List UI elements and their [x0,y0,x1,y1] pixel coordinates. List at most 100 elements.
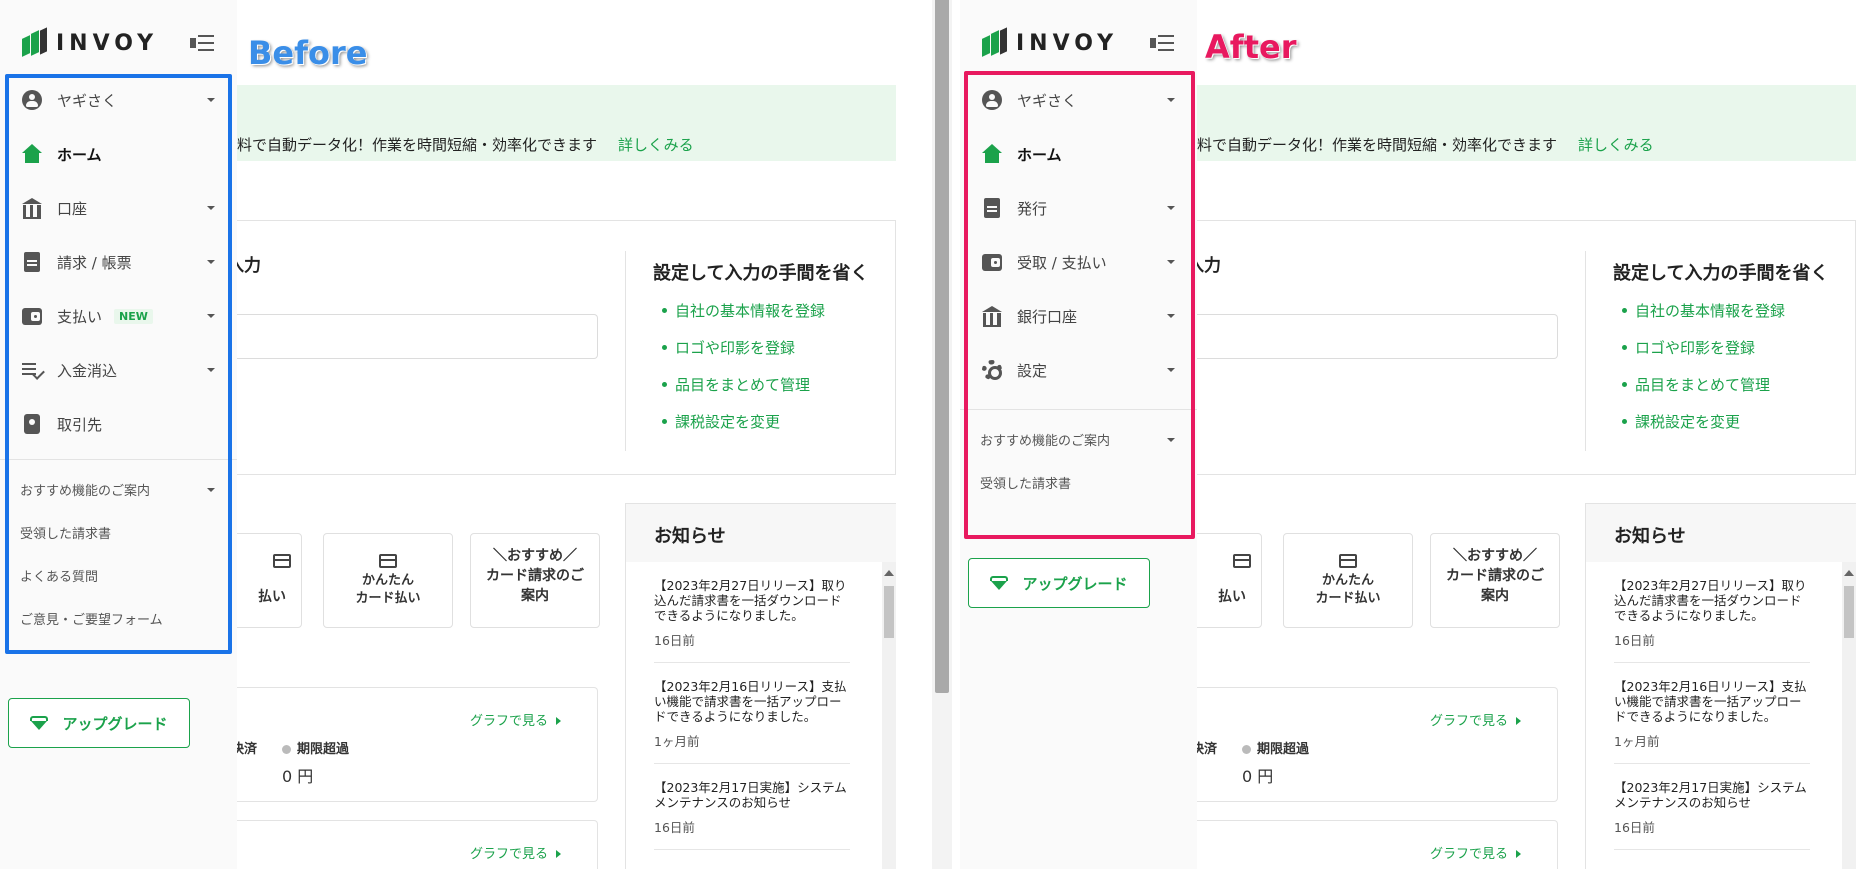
settings-links: 自社の基本情報を登録 ロゴや印影を登録 品目をまとめて管理 課税設定を変更 [1621,301,1785,449]
promo-banner: 料で自動データ化！作業を時間短縮・効率化できます 詳しくみる [237,85,896,161]
setup-card: 入力 設定して入力の手間を省く 自社の基本情報を登録 ロゴや印影を登録 品目をま… [227,220,896,475]
after-label: After [1205,28,1297,66]
upgrade-label: アップグレード [1022,574,1128,593]
settings-heading: 設定して入力の手間を省く [1613,263,1829,284]
main-content: 料で自動データ化！作業を時間短縮・効率化できます 詳しくみる 入力 設定して入力… [217,0,930,869]
news-text: 【2023年2月16日リリース】支払い機能で請求書を一括アップロードできるように… [1614,679,1807,724]
highlight-box [5,74,232,654]
news-text: 【2023年2月27日リリース】取り込んだ請求書を一括ダウンロードできるようにな… [654,578,847,623]
graph-link[interactable]: グラフで見る [470,843,561,862]
banner-text: 料で自動データ化！作業を時間短縮・効率化できます [237,136,598,154]
banner-link[interactable]: 詳しくみる [618,134,694,155]
credit-card-icon [1339,554,1357,568]
graph-link[interactable]: グラフで見る [1430,843,1521,862]
graph-link[interactable]: グラフで見る [1430,710,1521,729]
news-list: 【2023年2月27日リリース】取り込んだ請求書を一括ダウンロードできるようにな… [626,562,896,869]
card-billing-card[interactable]: ＼おすすめ／ カード請求のご 案内 [1430,533,1560,628]
news-text: 【2023年2月16日リリース】支払い機能で請求書を一括アップロードできるように… [654,679,847,724]
news-title: お知らせ [626,504,896,562]
scroll-thumb[interactable] [884,586,894,638]
scroll-up-icon[interactable] [1844,570,1854,576]
divider [625,251,626,451]
news-title: お知らせ [1586,504,1856,562]
sidebar: INVOY ヤギさく ホーム 発行 受取 / 支払い 銀行口座 設定 おすすめ機… [960,0,1197,869]
news-item[interactable]: 【2023年2月27日リリース】取り込んだ請求書を一括ダウンロードできるようにな… [1614,562,1810,663]
card-label-line2: カード払い [1315,591,1381,606]
settings-link-items[interactable]: 品目をまとめて管理 [661,375,825,412]
settings-heading: 設定して入力の手間を省く [653,263,869,284]
input-field[interactable] [237,314,598,359]
setup-card: 入力 設定して入力の手間を省く 自社の基本情報を登録 ロゴや印影を登録 品目をま… [1187,220,1856,475]
credit-card-icon [379,554,397,568]
diamond-icon [990,576,1009,590]
card-label-line2: カード払い [355,591,421,606]
upgrade-button[interactable]: アップグレード [968,558,1150,608]
before-panel: 料で自動データ化！作業を時間短縮・効率化できます 詳しくみる 入力 設定して入力… [0,0,930,869]
overdue-amount: 0 円 [282,767,314,786]
upgrade-button[interactable]: アップグレード [8,698,190,748]
settings-link-logo[interactable]: ロゴや印影を登録 [1621,338,1785,375]
news-item[interactable]: 【2023年2月16日リリース】支払い機能で請求書を一括アップロードできるように… [654,663,850,764]
news-scrollbar[interactable] [882,562,896,869]
news-panel: お知らせ 【2023年2月27日リリース】取り込んだ請求書を一括ダウンロードでき… [1585,503,1856,869]
settings-link-company[interactable]: 自社の基本情報を登録 [661,301,825,338]
news-time: 16日前 [1614,820,1655,835]
scroll-thumb[interactable] [935,0,949,693]
wallet-icon [273,554,291,568]
news-scrollbar[interactable] [1842,562,1856,869]
news-text: 【2023年2月17日実施】システムメンテナンスのお知らせ [1614,780,1807,810]
news-time: 16日前 [1614,633,1655,648]
overdue-amount: 0 円 [1242,767,1274,786]
news-list: 【2023年2月27日リリース】取り込んだ請求書を一括ダウンロードできるようにな… [1586,562,1856,869]
news-text: 【2023年2月17日実施】システムメンテナンスのお知らせ [654,780,847,810]
input-field[interactable] [1197,314,1558,359]
highlight-box [964,71,1195,539]
news-item[interactable]: 【2023年2月16日リリース】支払い機能で請求書を一括アップロードできるように… [1614,663,1810,764]
news-text: 【2023年2月27日リリース】取り込んだ請求書を一括ダウンロードできるようにな… [1614,578,1807,623]
summary-card-2: グラフで見る [1197,820,1558,869]
after-panel: 料で自動データ化！作業を時間短縮・効率化できます 詳しくみる 入力 設定して入力… [960,0,1875,869]
collapse-menu-icon[interactable] [1150,34,1174,52]
logo[interactable]: INVOY [22,27,159,58]
banner-link[interactable]: 詳しくみる [1578,134,1654,155]
scroll-thumb[interactable] [1844,586,1854,638]
page-scrollbar[interactable] [932,0,952,869]
card-billing-line3: 案内 [521,588,549,604]
settings-link-items[interactable]: 品目をまとめて管理 [1621,375,1785,412]
news-item[interactable]: 【2023年2月17日実施】システムメンテナンスのお知らせ 16日前 [654,764,850,850]
news-item[interactable]: 【2023年2月27日リリース】取り込んだ請求書を一括ダウンロードできるようにな… [654,562,850,663]
settings-link-tax[interactable]: 課税設定を変更 [1621,412,1785,449]
logo-text: INVOY [56,30,159,56]
upgrade-label: アップグレード [62,714,168,733]
invoy-logo-icon [22,27,48,57]
summary-card: グラフで見る 決済 期限超過 0 円 [231,687,598,802]
settings-links: 自社の基本情報を登録 ロゴや印影を登録 品目をまとめて管理 課税設定を変更 [661,301,825,449]
card-payment-card[interactable]: かんたん カード払い [1283,533,1413,628]
news-panel: お知らせ 【2023年2月27日リリース】取り込んだ請求書を一括ダウンロードでき… [625,503,896,869]
wallet-icon [1233,554,1251,568]
settings-link-company[interactable]: 自社の基本情報を登録 [1621,301,1785,338]
scroll-up-icon[interactable] [884,570,894,576]
news-time: 1ヶ月前 [1614,734,1660,749]
card-label-line1: かんたん [361,573,414,588]
collapse-menu-icon[interactable] [190,34,214,52]
card-billing-line2: カード請求のご [486,568,584,584]
promo-banner: 料で自動データ化！作業を時間短縮・効率化できます 詳しくみる [1197,85,1856,161]
invoy-logo-icon [982,27,1008,57]
recommend-label: ＼おすすめ／ [1453,548,1537,564]
overdue-label: 期限超過 [1242,738,1309,757]
summary-card: グラフで見る 決済 期限超過 0 円 [1191,687,1558,802]
sidebar: INVOY ヤギさく ホーム 口座 請求 / 帳票 支払い NEW 入金消込 取引… [0,0,237,869]
card-billing-card[interactable]: ＼おすすめ／ カード請求のご 案内 [470,533,600,628]
news-item[interactable]: 【2023年2月17日実施】システムメンテナンスのお知らせ 16日前 [1614,764,1810,850]
logo-text: INVOY [1016,30,1119,56]
settings-link-tax[interactable]: 課税設定を変更 [661,412,825,449]
divider [1585,251,1586,451]
logo[interactable]: INVOY [982,27,1119,58]
recommend-label: ＼おすすめ／ [493,548,577,564]
settings-link-logo[interactable]: ロゴや印影を登録 [661,338,825,375]
graph-link[interactable]: グラフで見る [470,710,561,729]
card-payment-card[interactable]: かんたん カード払い [323,533,453,628]
card-label-line1: かんたん [1321,573,1374,588]
news-time: 16日前 [654,633,695,648]
